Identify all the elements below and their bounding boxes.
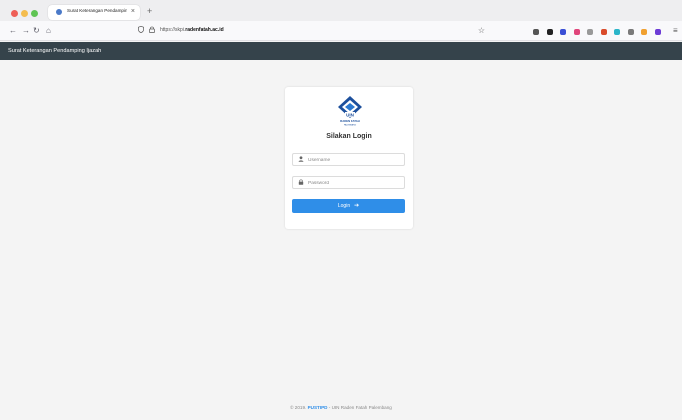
shield-icon[interactable] [138,25,144,37]
minimize-window-button[interactable] [21,10,28,17]
extension-icon[interactable] [573,29,580,35]
logo-subtext2: PALEMBANG [344,124,357,127]
close-window-button[interactable] [11,10,18,17]
footer-copyright: © 2019. [290,405,307,410]
uin-logo-icon: UIN RADEN FATAH PALEMBANG [338,96,362,127]
bookmark-star-icon[interactable]: ☆ [478,26,485,36]
browser-tabbar: Surat Keterangan Pendamping Ijazah × + [0,0,682,21]
home-button[interactable]: ⌂ [46,25,51,36]
app-header: Surat Keterangan Pendamping Ijazah [0,42,682,60]
address-bar[interactable]: https://skpi.radenfatah.ac.id ☆ [135,24,490,38]
extension-icon[interactable] [587,29,593,35]
user-icon [298,156,304,165]
extension-icon[interactable] [614,29,620,35]
extension-icon[interactable] [546,29,553,35]
username-field[interactable] [292,153,405,166]
login-button[interactable]: Login ➔ [292,199,405,213]
login-arrow-icon: ➔ [354,203,360,209]
extension-icon[interactable] [533,29,539,35]
footer-link[interactable]: PUSTIPD [308,405,328,410]
forward-button[interactable]: → [22,25,30,36]
extension-icon[interactable] [654,29,661,35]
extension-icon[interactable] [560,29,566,35]
username-input[interactable] [308,155,398,165]
browser-navbar: ← → ↻ ⌂ https://skpi.radenfatah.ac.id ☆ … [0,21,682,41]
maximize-window-button[interactable] [31,10,38,17]
extension-icon[interactable] [641,29,647,35]
logo-text: UIN [346,113,354,118]
footer: © 2019. PUSTIPD - UIN Raden Fatah Palemb… [0,405,682,410]
close-tab-icon[interactable]: × [131,7,135,17]
url-text[interactable]: https://skpi.radenfatah.ac.id [160,27,224,33]
extension-icon[interactable] [627,29,634,35]
menu-icon[interactable]: ≡ [673,25,678,36]
reload-button[interactable]: ↻ [33,25,40,36]
new-tab-button[interactable]: + [147,6,152,16]
login-title: Silakan Login [326,133,372,140]
password-input[interactable] [308,178,398,188]
browser-tab[interactable]: Surat Keterangan Pendamping Ijazah × [48,5,140,20]
login-button-label: Login [337,203,351,209]
lock-icon [298,179,304,188]
logo-subtext: RADEN FATAH [340,119,360,123]
back-button[interactable]: ← [9,25,17,36]
lock-icon[interactable] [149,26,155,37]
favicon-icon [56,9,62,15]
app-title: Surat Keterangan Pendamping Ijazah [8,48,102,54]
extension-icon[interactable] [600,29,607,35]
tab-title: Surat Keterangan Pendamping Ijazah [67,8,127,13]
password-field[interactable] [292,176,405,189]
footer-text: - UIN Raden Fatah Palembang [328,405,392,410]
login-card: UIN RADEN FATAH PALEMBANG Silakan Login … [285,87,413,229]
